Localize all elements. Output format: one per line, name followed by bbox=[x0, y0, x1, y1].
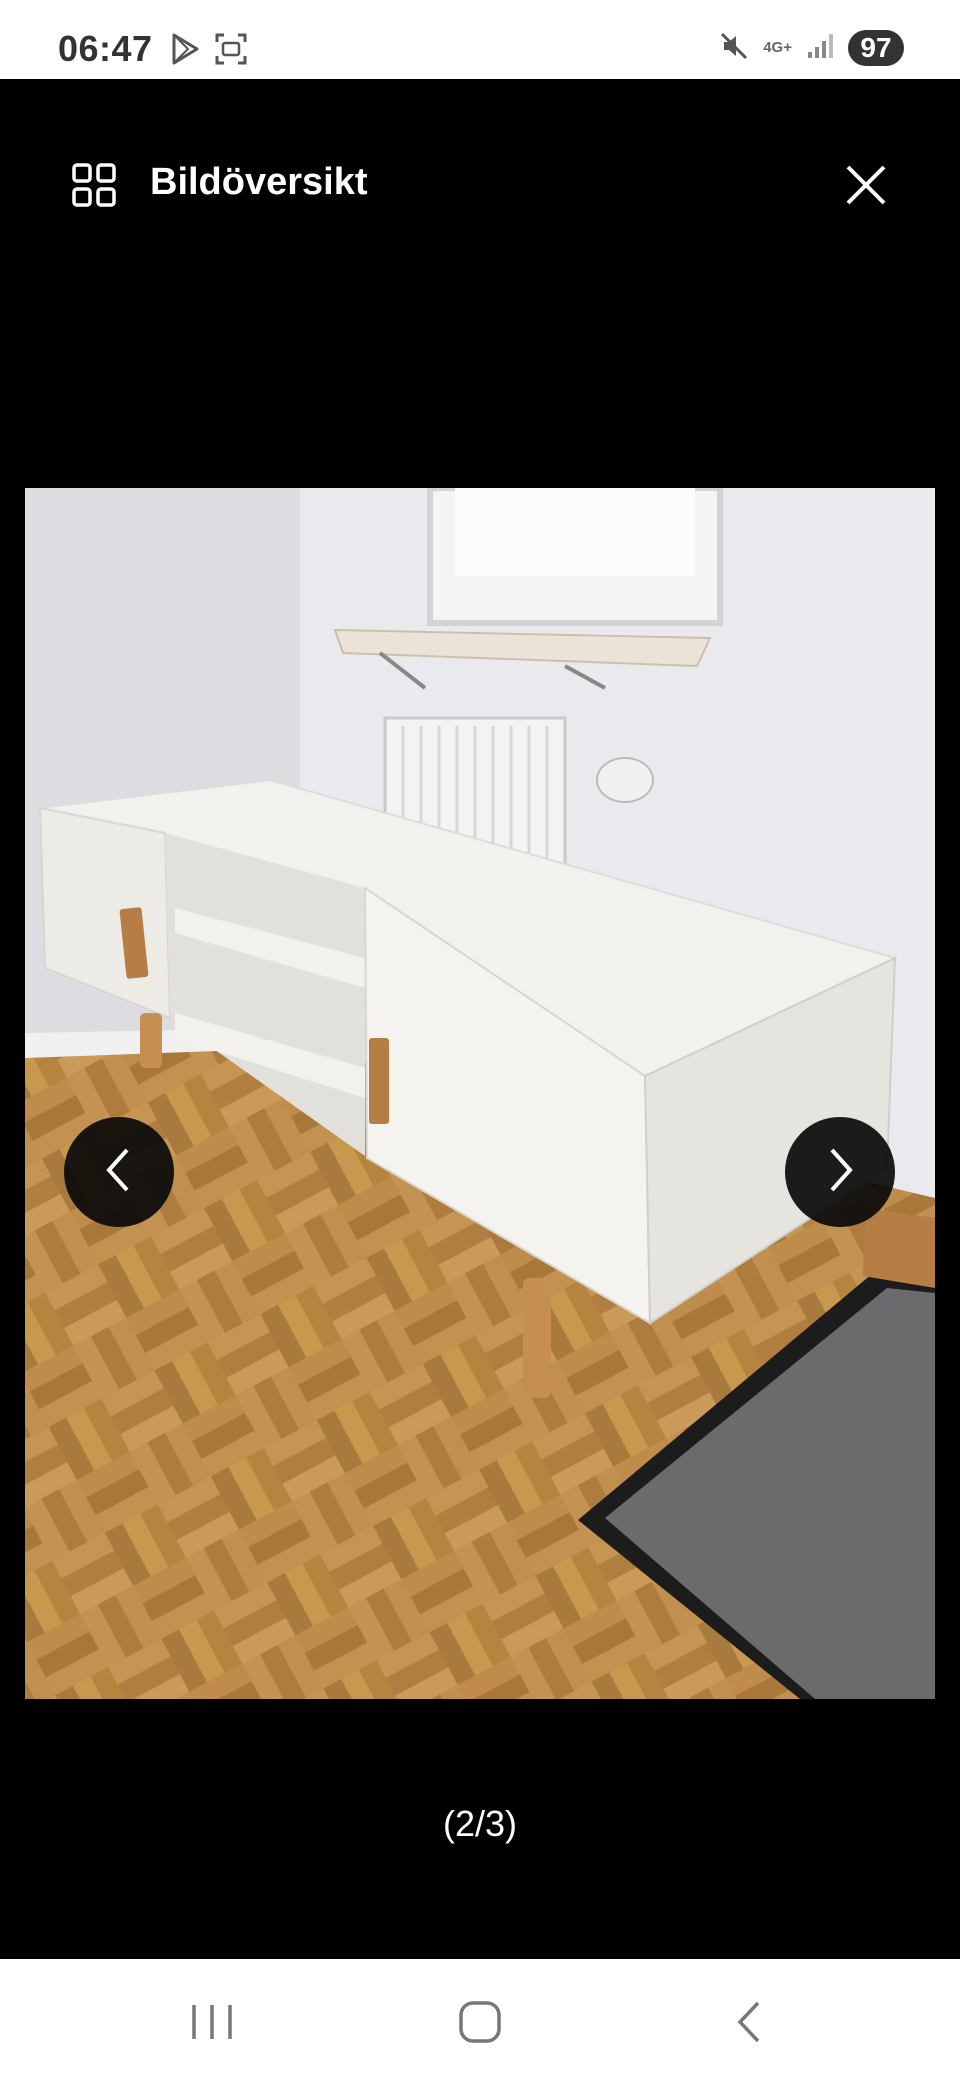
viewer-title[interactable]: Bildöversikt bbox=[150, 161, 368, 204]
screenshot-icon bbox=[214, 32, 248, 71]
status-bar: 06:47 4G+ 97 bbox=[0, 0, 960, 79]
recent-apps-icon[interactable] bbox=[182, 1997, 242, 2047]
previous-image-button[interactable] bbox=[64, 1117, 174, 1227]
play-store-icon bbox=[168, 32, 202, 71]
mute-icon bbox=[719, 31, 749, 66]
image-viewer: Bildöversikt (2/3) bbox=[0, 79, 960, 1959]
battery-indicator: 97 bbox=[848, 30, 904, 66]
grid-icon[interactable] bbox=[72, 163, 116, 207]
signal-icon bbox=[806, 32, 834, 65]
listing-photo bbox=[25, 488, 935, 1699]
chevron-right-icon bbox=[820, 1146, 860, 1199]
status-left-icons bbox=[168, 32, 248, 71]
status-right-icons: 4G+ 97 bbox=[719, 30, 904, 66]
close-icon[interactable] bbox=[844, 163, 888, 207]
next-image-button[interactable] bbox=[785, 1117, 895, 1227]
home-icon[interactable] bbox=[450, 1997, 510, 2047]
chevron-left-icon bbox=[99, 1146, 139, 1199]
network-type: 4G+ bbox=[763, 39, 792, 56]
system-nav-bar bbox=[0, 1959, 960, 2080]
status-time: 06:47 bbox=[58, 28, 153, 69]
viewer-top-bar: Bildöversikt bbox=[0, 79, 960, 289]
back-icon[interactable] bbox=[720, 1997, 780, 2047]
image-counter: (2/3) bbox=[442, 1803, 518, 1844]
